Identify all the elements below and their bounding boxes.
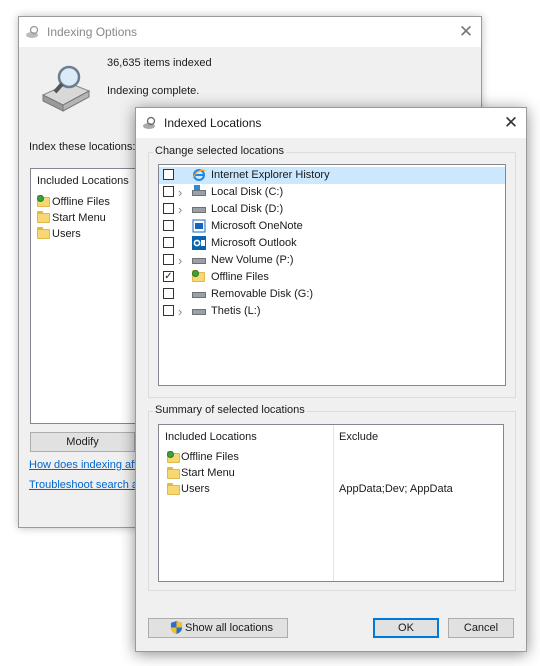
summary-exclude: AppData;Dev; AppData (339, 483, 453, 495)
offline-files-icon (167, 451, 180, 463)
location-row[interactable]: ✓ Offline Files (159, 269, 505, 286)
shield-icon (170, 621, 183, 634)
list-item: Offline Files (37, 194, 147, 210)
location-label: New Volume (P:) (211, 254, 294, 266)
location-label: Microsoft OneNote (211, 220, 303, 232)
indexed-locations-dialog: Indexed Locations ✕ Change selected loca… (135, 107, 527, 652)
show-all-locations-button[interactable]: Show all locations (148, 618, 288, 638)
summary-location: Users (181, 483, 210, 495)
close-icon[interactable]: ✕ (496, 111, 526, 135)
outlook-icon (192, 236, 206, 250)
location-label: Removable Disk (G:) (211, 288, 314, 300)
location-checkbox[interactable] (163, 237, 174, 248)
location-row[interactable]: Removable Disk (G:) (159, 286, 505, 303)
included-locations-list[interactable]: Included Locations Offline Files Start M… (30, 168, 149, 424)
summary-table[interactable]: Included Locations Exclude Offline Files… (158, 424, 504, 582)
location-row[interactable]: › Thetis (L:) (159, 303, 505, 320)
location-checkbox[interactable] (163, 254, 174, 265)
location-checkbox[interactable] (163, 305, 174, 316)
location-label: Local Disk (D:) (211, 203, 284, 215)
summary-exclude-header: Exclude (339, 431, 379, 443)
ok-button[interactable]: OK (373, 618, 439, 638)
expand-chevron-icon[interactable]: › (178, 201, 186, 218)
offline-files-icon (37, 195, 50, 207)
ie-icon (192, 168, 206, 182)
close-icon[interactable]: ✕ (451, 20, 481, 44)
locations-tree[interactable]: Internet Explorer History › Local Disk (C:… (158, 164, 506, 386)
location-checkbox[interactable] (163, 288, 174, 299)
included-locations-header: Included Locations (37, 175, 129, 187)
folder-icon (37, 211, 50, 223)
location-row[interactable]: Microsoft OneNote (159, 218, 505, 235)
list-item: Start Menu (37, 210, 147, 226)
location-label: Microsoft Outlook (211, 237, 297, 249)
how-indexing-affects-link[interactable]: How does indexing affe (29, 459, 143, 471)
drive-icon (192, 287, 206, 301)
folder-icon (37, 227, 50, 239)
folder-icon (167, 483, 180, 495)
group-label: Summary of selected locations (153, 404, 307, 416)
location-label: Thetis (L:) (211, 305, 261, 317)
location-label: Internet Explorer History (211, 169, 330, 181)
location-label: Local Disk (C:) (211, 186, 284, 198)
indexing-drive-icon (41, 65, 91, 112)
location-checkbox[interactable] (163, 203, 174, 214)
drive-icon (192, 253, 206, 267)
group-label: Change selected locations (153, 145, 287, 157)
show-all-locations-label: Show all locations (185, 622, 274, 634)
window-title: Indexing Options (47, 25, 138, 39)
expand-chevron-icon[interactable]: › (178, 184, 186, 201)
dialog-title: Indexed Locations (164, 116, 262, 130)
location-checkbox[interactable] (163, 169, 174, 180)
title-bar[interactable]: Indexing Options ✕ (19, 17, 481, 47)
drive-icon (192, 304, 206, 318)
location-row[interactable]: Microsoft Outlook (159, 235, 505, 252)
location-row[interactable]: › Local Disk (C:) (159, 184, 505, 201)
indexing-options-icon (26, 25, 39, 38)
location-checkbox[interactable] (163, 220, 174, 231)
troubleshoot-search-link[interactable]: Troubleshoot search an (29, 479, 144, 491)
indexing-status: Indexing complete. (107, 85, 200, 97)
location-checkbox[interactable]: ✓ (163, 271, 174, 282)
location-row[interactable]: Internet Explorer History (159, 167, 505, 184)
items-indexed-count: 36,635 items indexed (107, 57, 212, 69)
list-item: Users (37, 226, 147, 242)
system-drive-icon (192, 185, 206, 199)
offline-files-icon (192, 270, 206, 284)
expand-chevron-icon[interactable]: › (178, 252, 186, 269)
summary-location: Offline Files (181, 451, 239, 463)
cancel-button[interactable]: Cancel (448, 618, 514, 638)
location-checkbox[interactable] (163, 186, 174, 197)
location-row[interactable]: › New Volume (P:) (159, 252, 505, 269)
expand-chevron-icon[interactable]: › (178, 303, 186, 320)
location-row[interactable]: › Local Disk (D:) (159, 201, 505, 218)
drive-icon (192, 202, 206, 216)
folder-icon (167, 467, 180, 479)
summary-row[interactable]: Offline Files (159, 449, 503, 465)
location-label: Offline Files (211, 271, 269, 283)
summary-included-header: Included Locations (165, 431, 257, 443)
index-locations-label: Index these locations: (29, 141, 136, 153)
onenote-icon (192, 219, 206, 233)
summary-row[interactable]: Start Menu (159, 465, 503, 481)
summary-location: Start Menu (181, 467, 235, 479)
title-bar[interactable]: Indexed Locations ✕ (136, 108, 526, 138)
summary-row[interactable]: Users AppData;Dev; AppData (159, 481, 503, 497)
modify-button[interactable]: Modify (30, 432, 135, 452)
indexing-options-icon (143, 116, 156, 129)
